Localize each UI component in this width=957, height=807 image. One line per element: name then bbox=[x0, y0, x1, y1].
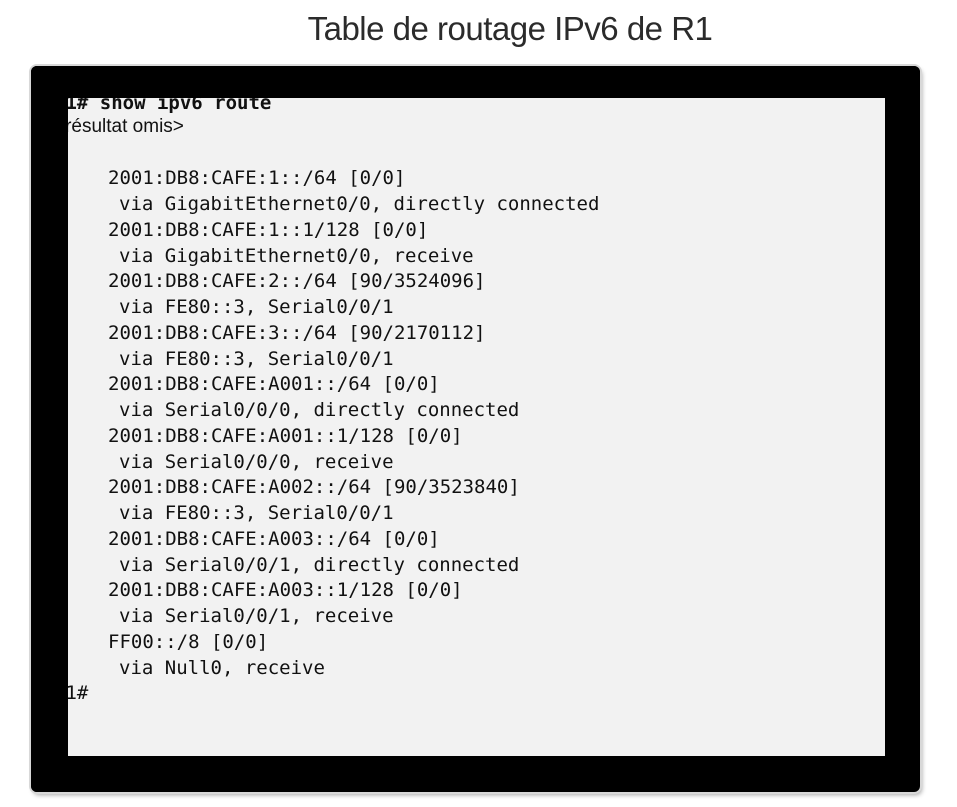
route-prefix: 2001:DB8:CAFE:1::/64 [0/0] bbox=[108, 167, 406, 189]
route-prefix: 2001:DB8:CAFE:A002::/64 [90/3523840] bbox=[108, 476, 520, 498]
monitor-bezel-left bbox=[31, 66, 68, 792]
route-prefix: 2001:DB8:CAFE:2::/64 [90/3524096] bbox=[108, 270, 486, 292]
route-prefix: FF00::/8 [0/0] bbox=[108, 631, 269, 653]
route-via: via FE80::3, Serial0/0/1 bbox=[119, 296, 394, 318]
route-prefix: 2001:DB8:CAFE:A001::1/128 [0/0] bbox=[108, 425, 463, 447]
terminal-output: R1# show ipv6 route <résultat omis> C 20… bbox=[54, 90, 894, 730]
route-via: via FE80::3, Serial0/0/1 bbox=[119, 348, 394, 370]
route-via: via Serial0/0/1, receive bbox=[119, 605, 394, 627]
route-prefix: 2001:DB8:CAFE:A001::/64 [0/0] bbox=[108, 373, 440, 395]
monitor-bezel-top bbox=[31, 66, 920, 98]
route-prefix: 2001:DB8:CAFE:A003::1/128 [0/0] bbox=[108, 579, 463, 601]
terminal-omitted-note: <résultat omis> bbox=[54, 116, 184, 137]
route-via: via Serial0/0/1, directly connected bbox=[119, 554, 520, 576]
route-via: via Serial0/0/0, directly connected bbox=[119, 399, 520, 421]
route-via: via Null0, receive bbox=[119, 657, 325, 679]
route-via: via GigabitEthernet0/0, receive bbox=[119, 245, 474, 267]
route-via: via Serial0/0/0, receive bbox=[119, 451, 394, 473]
route-via: via GigabitEthernet0/0, directly connect… bbox=[119, 193, 600, 215]
route-via: via FE80::3, Serial0/0/1 bbox=[119, 502, 394, 524]
route-prefix: 2001:DB8:CAFE:A003::/64 [0/0] bbox=[108, 528, 440, 550]
page-title: Table de routage IPv6 de R1 bbox=[307, 10, 713, 47]
route-prefix: 2001:DB8:CAFE:3::/64 [90/2170112] bbox=[108, 322, 486, 344]
route-prefix: 2001:DB8:CAFE:1::1/128 [0/0] bbox=[108, 219, 429, 241]
page: Table de routage IPv6 de R1 R1# show ipv… bbox=[0, 0, 957, 807]
